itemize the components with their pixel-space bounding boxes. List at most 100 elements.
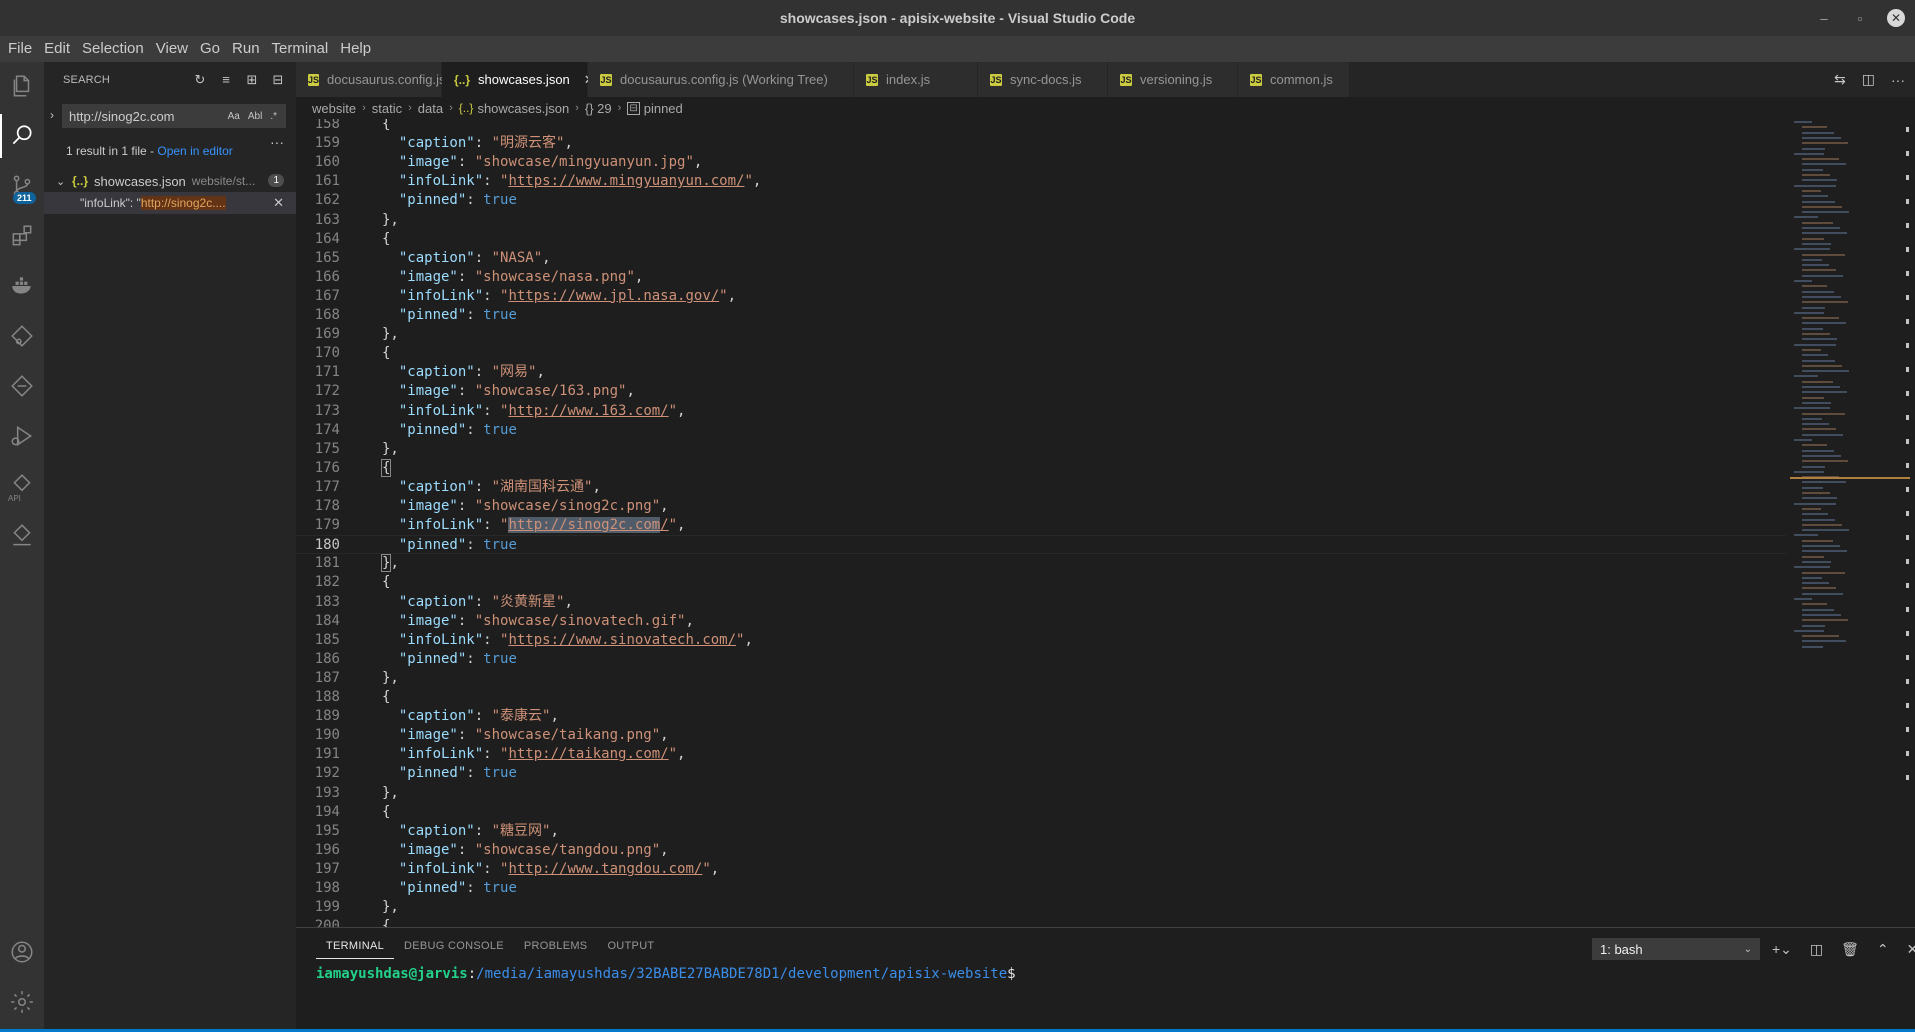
code-line[interactable]: 197 "infoLink": "http://www.tangdou.com/… (296, 860, 1786, 879)
code-line[interactable]: 167 "infoLink": "https://www.jpl.nasa.go… (296, 287, 1786, 306)
source-control-icon[interactable]: 211 (0, 164, 44, 208)
more-actions-icon[interactable]: ··· (1891, 72, 1905, 88)
code-line[interactable]: 190 "image": "showcase/taikang.png", (296, 726, 1786, 745)
code-line[interactable]: 164 { (296, 230, 1786, 249)
code-line[interactable]: 195 "caption": "糖豆网", (296, 822, 1786, 841)
code-line[interactable]: 168 "pinned": true (296, 306, 1786, 325)
minimize-icon[interactable]: – (1815, 9, 1833, 27)
tab-problems[interactable]: PROBLEMS (514, 936, 598, 959)
use-regex-icon[interactable]: .* (270, 111, 277, 122)
menu-help[interactable]: Help (334, 36, 377, 62)
code-editor[interactable]: 158{159 "caption": "明源云客", 160 "image": "… (296, 119, 1786, 927)
breadcrumb-website[interactable]: website (312, 101, 356, 116)
search-input[interactable]: http://sinog2c.com Aa Abl .* (62, 104, 286, 128)
api-icon[interactable]: API (0, 464, 44, 508)
menu-selection[interactable]: Selection (76, 36, 150, 62)
code-line[interactable]: 186 "pinned": true (296, 650, 1786, 669)
code-line[interactable]: 163}, (296, 211, 1786, 230)
code-line[interactable]: 166 "image": "showcase/nasa.png", (296, 268, 1786, 287)
code-line[interactable]: 158 { (296, 119, 1786, 134)
tab-versioning-js[interactable]: JS versioning.js (1108, 62, 1238, 97)
collapse-all-icon[interactable]: ⊟ (270, 72, 286, 88)
gitlens-icon[interactable] (0, 314, 44, 358)
new-search-editor-icon[interactable]: ⊞ (244, 72, 260, 88)
tab-common-js[interactable]: JS common.js (1238, 62, 1350, 97)
code-line[interactable]: 160 "image": "showcase/mingyuanyun.jpg", (296, 153, 1786, 172)
manage-gear-icon[interactable] (0, 980, 44, 1024)
split-editor-icon[interactable]: ◫ (1862, 71, 1875, 88)
code-line[interactable]: 198 "pinned": true (296, 879, 1786, 898)
chevron-down-icon[interactable]: ⌄ (56, 175, 68, 188)
code-line[interactable]: 170 { (296, 344, 1786, 363)
refresh-icon[interactable]: ↻ (192, 72, 208, 88)
tab-debug-console[interactable]: DEBUG CONSOLE (394, 936, 514, 959)
docker-icon[interactable] (0, 264, 44, 308)
code-line[interactable]: 185 "infoLink": "https://www.sinovatech.… (296, 631, 1786, 650)
menu-view[interactable]: View (150, 36, 194, 62)
match-whole-word-icon[interactable]: Abl (248, 111, 262, 122)
result-match-row[interactable]: "infoLink": " http://sinog2c.... ✕ (44, 192, 296, 214)
code-line[interactable]: 162 "pinned": true (296, 191, 1786, 210)
open-changes-icon[interactable]: ⇆ (1834, 71, 1846, 88)
code-line[interactable]: 196 "image": "showcase/tangdou.png", (296, 841, 1786, 860)
menu-file[interactable]: File (2, 36, 38, 62)
run-debug-icon[interactable] (0, 414, 44, 458)
breadcrumb-file[interactable]: showcases.json (477, 101, 569, 116)
code-line[interactable]: 173 "infoLink": "http://www.163.com/", (296, 402, 1786, 421)
code-line[interactable]: 194 { (296, 803, 1786, 822)
menu-edit[interactable]: Edit (38, 36, 76, 62)
breadcrumb-object[interactable]: {} 29 (585, 101, 612, 116)
code-line[interactable]: 159 "caption": "明源云客", (296, 134, 1786, 153)
code-line[interactable]: 200 { (296, 917, 1786, 927)
maximize-icon[interactable]: ▫ (1851, 9, 1869, 27)
accounts-icon[interactable] (0, 930, 44, 974)
explorer-icon[interactable] (0, 64, 44, 108)
code-line[interactable]: 169}, (296, 325, 1786, 344)
clear-results-icon[interactable]: ≡ (218, 72, 234, 88)
open-in-editor-link[interactable]: Open in editor (157, 144, 232, 158)
match-case-icon[interactable]: Aa (228, 111, 240, 122)
tab-index-js[interactable]: JS index.js (854, 62, 978, 97)
code-line[interactable]: 178 "image": "showcase/sinog2c.png", (296, 497, 1786, 516)
tab-docusaurus-config-working-tree[interactable]: JS docusaurus.config.js (Working Tree) (588, 62, 854, 97)
code-line[interactable]: 182 { (296, 573, 1786, 592)
code-line[interactable]: 189 "caption": "泰康云", (296, 707, 1786, 726)
breadcrumb-property[interactable]: pinned (644, 101, 683, 116)
close-window-icon[interactable]: ✕ (1887, 9, 1905, 27)
menu-go[interactable]: Go (194, 36, 226, 62)
code-line[interactable]: 177 "caption": "湖南国科云通", (296, 478, 1786, 497)
code-line[interactable]: 180 "pinned": true (296, 535, 1786, 555)
git-graph-icon[interactable] (0, 364, 44, 408)
breadcrumb-data[interactable]: data (418, 101, 443, 116)
close-panel-icon[interactable]: ✕ (1907, 941, 1915, 958)
tab-output[interactable]: OUTPUT (597, 936, 664, 959)
code-line[interactable]: 187}, (296, 669, 1786, 688)
split-terminal-icon[interactable]: ◫ (1810, 941, 1823, 958)
toggle-replace-chevron-icon[interactable]: › (50, 108, 54, 122)
tab-showcases-json[interactable]: {..} showcases.json ✕ (442, 62, 595, 97)
code-line[interactable]: 193}, (296, 784, 1786, 803)
code-line[interactable]: 181}, (296, 554, 1786, 573)
code-line[interactable]: 171 "caption": "网易", (296, 363, 1786, 382)
result-file-row[interactable]: ⌄ {..} showcases.json website/st... 1 (44, 170, 296, 192)
code-line[interactable]: 176 { (296, 458, 1786, 478)
menu-terminal[interactable]: Terminal (266, 36, 335, 62)
tab-sync-docs-js[interactable]: JS sync-docs.js (978, 62, 1108, 97)
code-line[interactable]: 161 "infoLink": "https://www.mingyuanyun… (296, 172, 1786, 191)
dismiss-result-icon[interactable]: ✕ (273, 195, 284, 211)
more-options-icon[interactable]: ··· (270, 134, 284, 150)
code-line[interactable]: 175}, (296, 440, 1786, 459)
code-line[interactable]: 172 "image": "showcase/163.png", (296, 382, 1786, 401)
search-icon[interactable] (0, 114, 44, 158)
tab-docusaurus-config[interactable]: JS docusaurus.config.js (296, 62, 446, 97)
code-line[interactable]: 191 "infoLink": "http://taikang.com/", (296, 745, 1786, 764)
tab-terminal[interactable]: TERMINAL (316, 936, 395, 959)
code-line[interactable]: 174 "pinned": true (296, 421, 1786, 440)
minimap[interactable] (1790, 119, 1910, 659)
code-line[interactable]: 184 "image": "showcase/sinovatech.gif", (296, 612, 1786, 631)
code-line[interactable]: 192 "pinned": true (296, 764, 1786, 783)
vertical-scrollbar[interactable] (1904, 119, 1915, 927)
code-line[interactable]: 165 "caption": "NASA", (296, 249, 1786, 268)
search-input-value[interactable]: http://sinog2c.com (69, 109, 228, 124)
remote-explorer-icon[interactable] (0, 514, 44, 558)
